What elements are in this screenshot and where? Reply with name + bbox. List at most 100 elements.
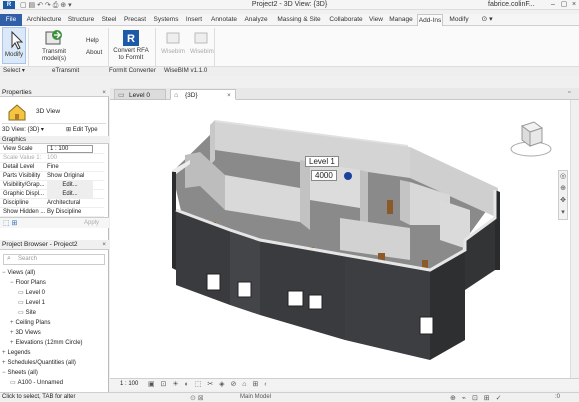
browser-tree-item[interactable]: + Schedules/Quantities (all) bbox=[2, 359, 76, 367]
browser-tree-item[interactable]: + Legends bbox=[2, 349, 31, 357]
close-icon[interactable]: × bbox=[102, 240, 106, 250]
tab-steel[interactable]: Steel bbox=[99, 14, 119, 26]
active-model[interactable]: Main Model bbox=[240, 394, 271, 400]
graphics-section[interactable]: Graphics bbox=[0, 136, 109, 144]
group-select[interactable]: Select ▾ bbox=[3, 67, 25, 74]
browser-item-label: Level 1 bbox=[25, 300, 46, 306]
tab-view[interactable]: View bbox=[367, 14, 385, 26]
navigation-bar[interactable]: ◎ ⊕ ✥ ▾ bbox=[558, 170, 568, 220]
expand-toggle-icon[interactable]: − bbox=[2, 270, 6, 276]
browser-tree-item[interactable]: ▭ A100 - Unnamed bbox=[10, 379, 63, 387]
property-value[interactable]: Show Original bbox=[47, 172, 84, 181]
filter-count[interactable]: :0 bbox=[555, 394, 560, 400]
browser-item-label: Floor Plans bbox=[15, 280, 46, 286]
view-icon[interactable]: ▭ bbox=[18, 290, 24, 296]
tab-manage[interactable]: Manage bbox=[388, 14, 414, 26]
level-grip-icon[interactable] bbox=[344, 172, 352, 180]
maximize-icon[interactable]: ▢ bbox=[559, 0, 569, 10]
vertical-scrollbar[interactable] bbox=[570, 100, 579, 378]
property-row[interactable]: Visibility/Grap... Edit... bbox=[0, 181, 104, 190]
wisebim-button-2[interactable]: Wisebim bbox=[190, 27, 214, 63]
view-tab-3d[interactable]: ⌂ {3D} × bbox=[170, 89, 236, 100]
property-row[interactable]: Discipline Architectural bbox=[0, 199, 104, 208]
level-elevation-label[interactable]: 4000 bbox=[311, 170, 337, 181]
tab-insert[interactable]: Insert bbox=[183, 14, 205, 26]
edit-type-button[interactable]: ⊞ Edit Type bbox=[66, 125, 106, 135]
view-control-icons[interactable]: ▣ ⊡ ☀ ◐ ⬚ ✂ ◈ ⊘ ⌂ ⊞ ‹ bbox=[148, 380, 269, 388]
view-icon[interactable]: ▭ bbox=[18, 300, 24, 306]
workset-icon[interactable]: ⊙ ⊠ bbox=[190, 394, 204, 402]
restore-view-icon[interactable]: ▫ bbox=[568, 89, 570, 96]
ribbon-options-icon[interactable]: ⊙ ▾ bbox=[478, 14, 496, 26]
help-button[interactable]: Help bbox=[86, 37, 99, 44]
property-value[interactable]: 1 : 100 bbox=[47, 145, 93, 153]
minimize-icon[interactable]: – bbox=[548, 0, 558, 10]
browser-search[interactable]: ⌕ Search bbox=[3, 254, 105, 265]
view-icon[interactable]: ▭ bbox=[18, 310, 24, 316]
tab-massing-site[interactable]: Massing & Site bbox=[273, 14, 325, 26]
property-value[interactable]: Edit... bbox=[47, 181, 93, 190]
property-key: Show Hidden ... bbox=[3, 209, 46, 215]
browser-tree-item[interactable]: + Ceiling Plans bbox=[10, 319, 51, 327]
tab-collaborate[interactable]: Collaborate bbox=[327, 14, 365, 26]
view-tab-level-0[interactable]: ▭ Level 0 bbox=[114, 89, 166, 100]
exterior-wall bbox=[260, 240, 345, 340]
close-icon[interactable]: × bbox=[102, 88, 106, 97]
property-row[interactable]: Graphic Displ... Edit... bbox=[0, 190, 104, 199]
browser-tree-item[interactable]: − Floor Plans bbox=[10, 279, 46, 287]
status-hint: Click to select, TAB for alter bbox=[2, 394, 76, 400]
selection-filter-icons[interactable]: ⊕ ⌁ ⊡ ⊞ ✓ bbox=[450, 394, 503, 402]
view-icon[interactable]: ▭ bbox=[10, 380, 16, 386]
type-selector[interactable]: 3D View bbox=[2, 100, 106, 124]
property-row[interactable]: Scale Value 1: 100 bbox=[0, 154, 104, 163]
instance-selector-text: 3D View: {3D} bbox=[2, 127, 40, 133]
view-cube-icon[interactable] bbox=[508, 116, 554, 162]
property-row[interactable]: View Scale 1 : 100 bbox=[0, 145, 104, 154]
browser-tree-item[interactable]: − Views (all) bbox=[2, 269, 35, 277]
about-button[interactable]: About bbox=[86, 49, 102, 56]
user-name[interactable]: fabrice.colinF... bbox=[488, 1, 535, 8]
modify-button[interactable]: Modify bbox=[2, 27, 26, 64]
browser-tree-item[interactable]: + Elevations (12mm Circle) bbox=[10, 339, 83, 347]
expand-toggle-icon[interactable]: + bbox=[10, 330, 14, 336]
level-name-label[interactable]: Level 1 bbox=[305, 156, 339, 167]
instance-selector[interactable]: 3D View: {3D} ▾ bbox=[2, 125, 64, 135]
tab-precast[interactable]: Precast bbox=[122, 14, 148, 26]
browser-tree-item[interactable]: − Sheets (all) bbox=[2, 369, 38, 377]
property-value[interactable]: 100 bbox=[47, 154, 57, 163]
browser-tree-item[interactable]: ▭ Level 1 bbox=[18, 299, 45, 307]
expand-toggle-icon[interactable]: + bbox=[2, 360, 6, 366]
browser-tree-item[interactable]: ▭ Site bbox=[18, 309, 36, 317]
expand-toggle-icon[interactable]: − bbox=[10, 280, 14, 286]
expand-toggle-icon[interactable]: + bbox=[10, 340, 14, 346]
tab-file[interactable]: File bbox=[0, 14, 22, 26]
browser-tree-item[interactable]: ▭ Level 0 bbox=[18, 289, 45, 297]
tab-add-ins[interactable]: Add-Ins bbox=[417, 14, 443, 26]
transmit-models-button[interactable]: Transmit model(s) bbox=[30, 27, 78, 63]
tab-analyze[interactable]: Analyze bbox=[242, 14, 270, 26]
tab-systems[interactable]: Systems bbox=[151, 14, 181, 26]
help-link-icon[interactable]: ⬚ ⊞ bbox=[3, 219, 17, 227]
property-value[interactable]: By Discipline bbox=[47, 208, 81, 217]
tab-modify[interactable]: Modify bbox=[446, 14, 472, 26]
3d-viewport[interactable]: Level 1 4000 ◎ ⊕ ✥ ▾ bbox=[110, 100, 570, 378]
wisebim-button-1[interactable]: Wisebim bbox=[158, 27, 188, 63]
tab-structure[interactable]: Structure bbox=[66, 14, 96, 26]
convert-rfa-button[interactable]: R Convert RFA to FormIt bbox=[112, 27, 150, 63]
tab-annotate[interactable]: Annotate bbox=[208, 14, 240, 26]
expand-toggle-icon[interactable]: + bbox=[10, 320, 14, 326]
view-scale[interactable]: 1 : 100 bbox=[120, 381, 138, 387]
apply-button[interactable]: Apply bbox=[84, 220, 99, 226]
property-row[interactable]: Show Hidden ... By Discipline bbox=[0, 208, 104, 217]
property-value[interactable]: Edit... bbox=[47, 190, 93, 199]
property-row[interactable]: Parts Visibility Show Original bbox=[0, 172, 104, 181]
property-row[interactable]: Detail Level Fine bbox=[0, 163, 104, 172]
expand-toggle-icon[interactable]: − bbox=[2, 370, 6, 376]
property-value[interactable]: Architectural bbox=[47, 199, 80, 208]
browser-tree-item[interactable]: +3D Views bbox=[10, 329, 41, 337]
property-value[interactable]: Fine bbox=[47, 163, 59, 172]
close-icon[interactable]: × bbox=[569, 0, 579, 10]
tab-architecture[interactable]: Architecture bbox=[25, 14, 63, 26]
status-bar: Click to select, TAB for alter ⊙ ⊠ Main … bbox=[0, 392, 579, 402]
expand-toggle-icon[interactable]: + bbox=[2, 350, 6, 356]
